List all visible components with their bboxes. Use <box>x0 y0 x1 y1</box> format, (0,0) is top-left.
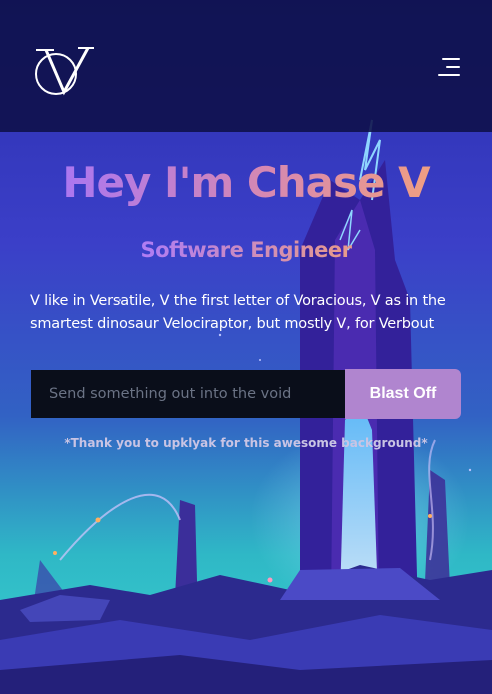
site-header <box>0 0 492 132</box>
cv-monogram-logo[interactable] <box>32 44 96 98</box>
menu-line <box>446 66 460 68</box>
void-message-input[interactable] <box>31 370 345 418</box>
menu-line <box>442 58 460 60</box>
blast-off-button[interactable]: Blast Off <box>345 369 461 419</box>
background-credit: *Thank you to upklyak for this awesome b… <box>64 436 428 450</box>
hamburger-menu-icon[interactable] <box>436 56 462 78</box>
menu-line <box>438 74 460 76</box>
hero-subtitle: Software Engineer <box>0 238 492 262</box>
hero-title: Hey I'm Chase V <box>0 158 492 207</box>
hero-description: V like in Versatile, V the first letter … <box>30 293 446 332</box>
